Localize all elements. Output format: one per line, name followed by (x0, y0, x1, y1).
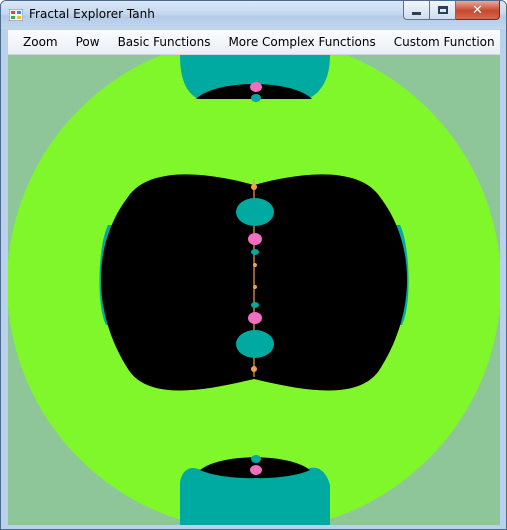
menu-custom-function[interactable]: Custom Function (385, 30, 504, 55)
teal-dot (251, 302, 259, 308)
app-window: Fractal Explorer Tanh ✕ Zoom Pow Basic F… (0, 0, 507, 530)
teal-bulb (245, 68, 267, 78)
menu-bar: Zoom Pow Basic Functions More Complex Fu… (8, 30, 500, 55)
title-bar[interactable]: Fractal Explorer Tanh ✕ (1, 1, 506, 29)
pink-bulb (248, 233, 262, 245)
maximize-button[interactable] (430, 1, 456, 20)
fractal-image (8, 55, 500, 525)
teal-bulb-lower (236, 330, 274, 358)
menu-basic-functions[interactable]: Basic Functions (109, 30, 220, 55)
teal-dot (251, 249, 259, 255)
maximize-icon (437, 6, 448, 14)
chain-dot (251, 184, 257, 190)
teal-bulb-upper (236, 198, 274, 226)
menu-pow[interactable]: Pow (67, 30, 109, 55)
pink-bulb (250, 82, 262, 92)
minimize-icon (412, 11, 421, 15)
window-title: Fractal Explorer Tanh (29, 7, 155, 21)
menu-zoom[interactable]: Zoom (8, 30, 67, 55)
window-controls: ✕ (403, 1, 500, 21)
close-icon: ✕ (472, 2, 483, 18)
app-icon (9, 9, 23, 21)
teal-bulb (251, 455, 261, 463)
chain-dot (253, 285, 257, 289)
chain-dot (251, 366, 257, 372)
fractal-canvas[interactable] (8, 55, 500, 525)
minimize-button[interactable] (403, 1, 430, 20)
pink-bulb (248, 312, 262, 324)
teal-bulb (251, 94, 261, 102)
menu-more-complex-functions[interactable]: More Complex Functions (219, 30, 384, 55)
teal-bulb (245, 478, 267, 488)
close-button[interactable]: ✕ (456, 1, 500, 20)
pink-bulb (250, 465, 262, 475)
chain-dot (253, 263, 257, 267)
